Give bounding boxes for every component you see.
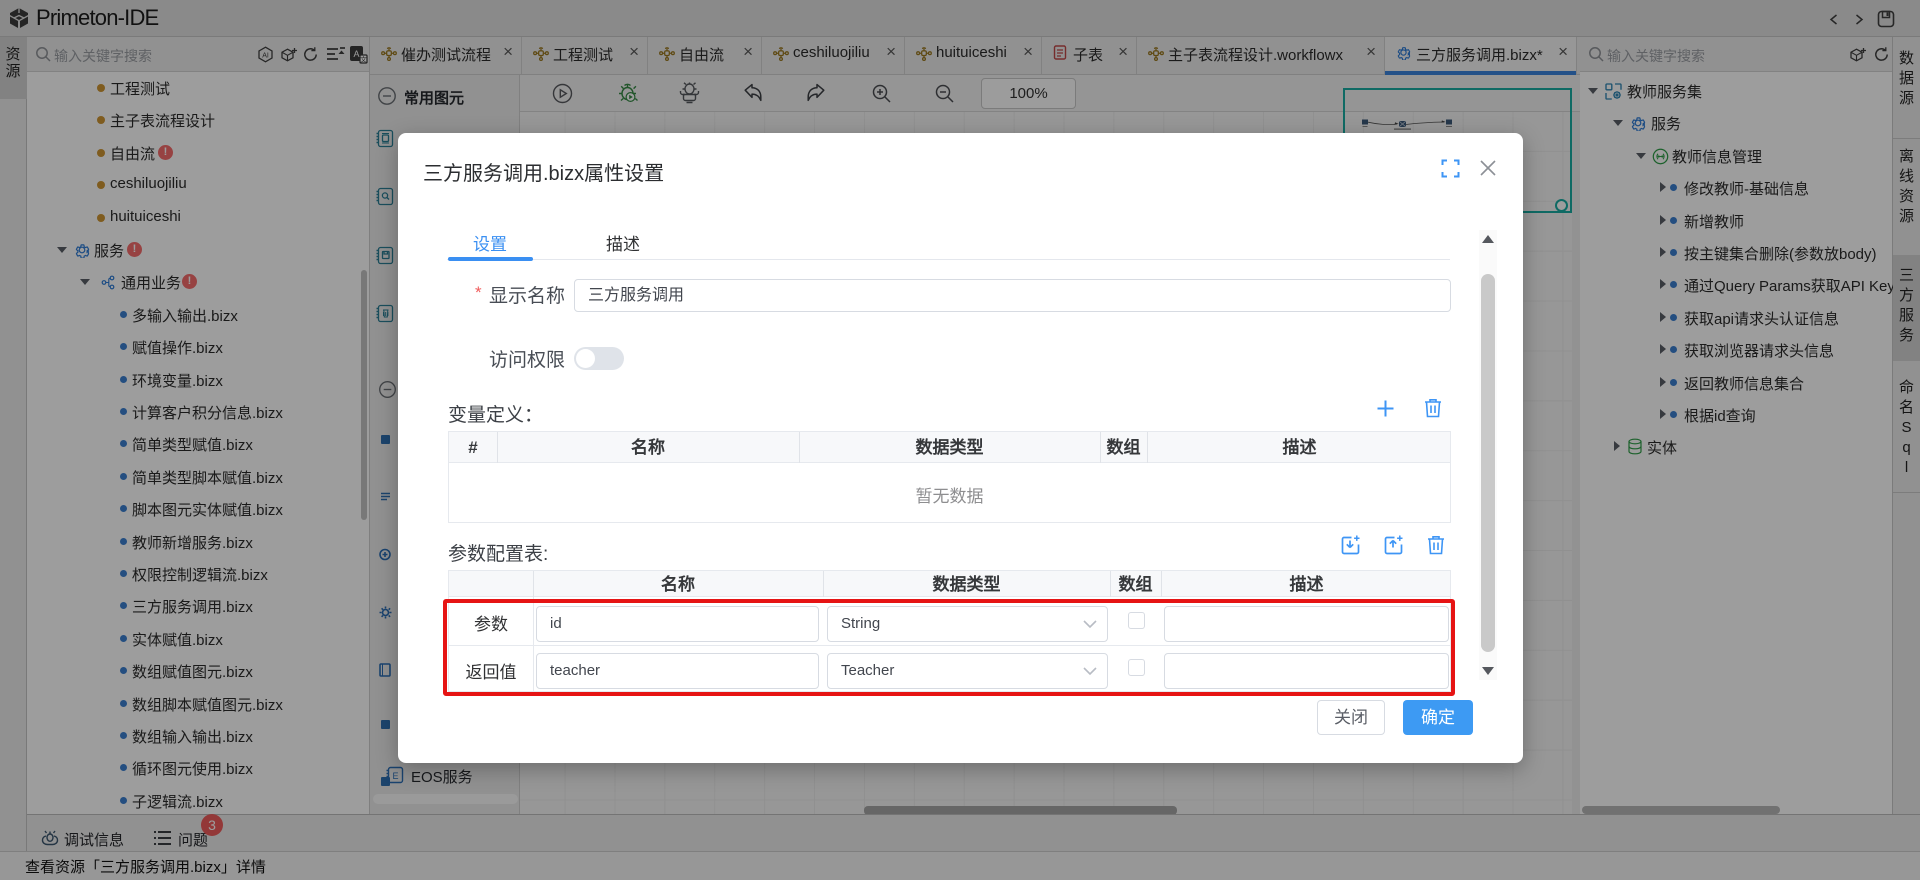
svg-text:E: E <box>392 771 398 781</box>
